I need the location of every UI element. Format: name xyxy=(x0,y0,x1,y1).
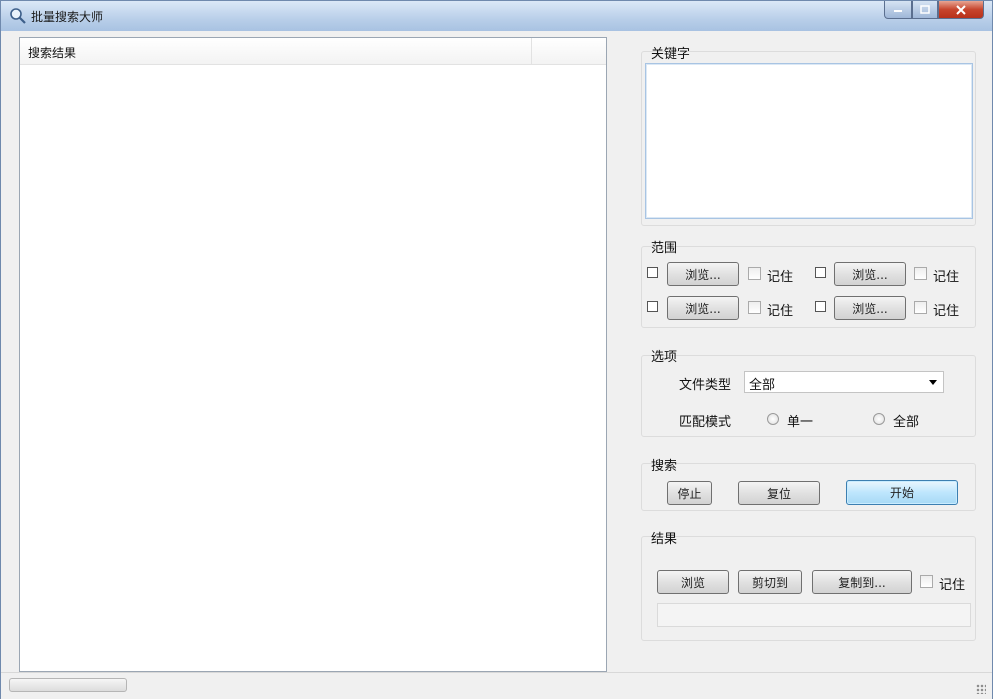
scope-remember-checkbox-2[interactable] xyxy=(914,267,927,280)
title-bar: 批量搜索大师 xyxy=(1,1,992,31)
search-label: 搜索 xyxy=(651,459,678,474)
reset-button[interactable]: 复位 xyxy=(738,481,820,505)
keyword-input[interactable] xyxy=(645,63,973,219)
main-window: 批量搜索大师 搜索结果 关键字 范围 浏览... 记住 浏览... 记住 浏览.… xyxy=(0,0,993,699)
scope-checkbox-4[interactable] xyxy=(815,301,826,312)
match-single-radio[interactable] xyxy=(767,413,779,425)
status-bar xyxy=(1,672,992,699)
file-type-value: 全部 xyxy=(749,378,776,393)
scope-checkbox-3[interactable] xyxy=(647,301,658,312)
scope-remember-checkbox-3[interactable] xyxy=(748,301,761,314)
close-icon xyxy=(956,4,966,15)
match-mode-label: 匹配模式 xyxy=(679,415,732,430)
scope-remember-label-2: 记住 xyxy=(933,270,960,285)
scope-remember-checkbox-1[interactable] xyxy=(748,267,761,280)
result-actions-label: 结果 xyxy=(651,532,678,547)
stop-button[interactable]: 停止 xyxy=(667,481,712,505)
file-type-select[interactable]: 全部 xyxy=(744,371,944,393)
minimize-button[interactable] xyxy=(884,1,912,19)
horizontal-scrollbar[interactable] xyxy=(9,678,127,692)
scope-browse-button-2[interactable]: 浏览... xyxy=(834,262,906,286)
scope-browse-button-1[interactable]: 浏览... xyxy=(667,262,739,286)
scope-remember-checkbox-4[interactable] xyxy=(914,301,927,314)
cut-to-button[interactable]: 剪切到 xyxy=(738,570,802,594)
match-all-radio[interactable] xyxy=(873,413,885,425)
minimize-icon xyxy=(894,9,902,12)
match-single-label: 单一 xyxy=(787,415,814,430)
keyword-label: 关键字 xyxy=(651,47,691,62)
copy-to-button[interactable]: 复制到... xyxy=(812,570,912,594)
scope-label: 范围 xyxy=(651,241,678,256)
scope-browse-button-4[interactable]: 浏览... xyxy=(834,296,906,320)
resize-grip-icon[interactable] xyxy=(976,684,986,694)
result-remember-label: 记住 xyxy=(939,578,966,593)
scope-checkbox-2[interactable] xyxy=(815,267,826,278)
result-remember-checkbox[interactable] xyxy=(920,575,933,588)
column-header-blank[interactable] xyxy=(532,38,606,64)
results-list[interactable]: 搜索结果 xyxy=(19,37,607,672)
maximize-icon xyxy=(920,5,930,14)
chevron-down-icon xyxy=(929,380,937,385)
maximize-button[interactable] xyxy=(912,1,938,19)
column-header-results[interactable]: 搜索结果 xyxy=(20,38,532,64)
results-header: 搜索结果 xyxy=(20,38,606,65)
start-button[interactable]: 开始 xyxy=(846,480,958,505)
close-button[interactable] xyxy=(938,1,984,19)
scope-remember-label-4: 记住 xyxy=(933,304,960,319)
search-icon xyxy=(10,8,26,24)
window-title: 批量搜索大师 xyxy=(31,10,104,24)
file-type-label: 文件类型 xyxy=(679,378,732,393)
scope-browse-button-3[interactable]: 浏览... xyxy=(667,296,739,320)
scope-remember-label-3: 记住 xyxy=(767,304,794,319)
result-path-field[interactable] xyxy=(657,603,971,627)
scope-checkbox-1[interactable] xyxy=(647,267,658,278)
scope-remember-label-1: 记住 xyxy=(767,270,794,285)
options-label: 选项 xyxy=(651,350,678,365)
match-all-label: 全部 xyxy=(893,415,920,430)
result-browse-button[interactable]: 浏览 xyxy=(657,570,729,594)
